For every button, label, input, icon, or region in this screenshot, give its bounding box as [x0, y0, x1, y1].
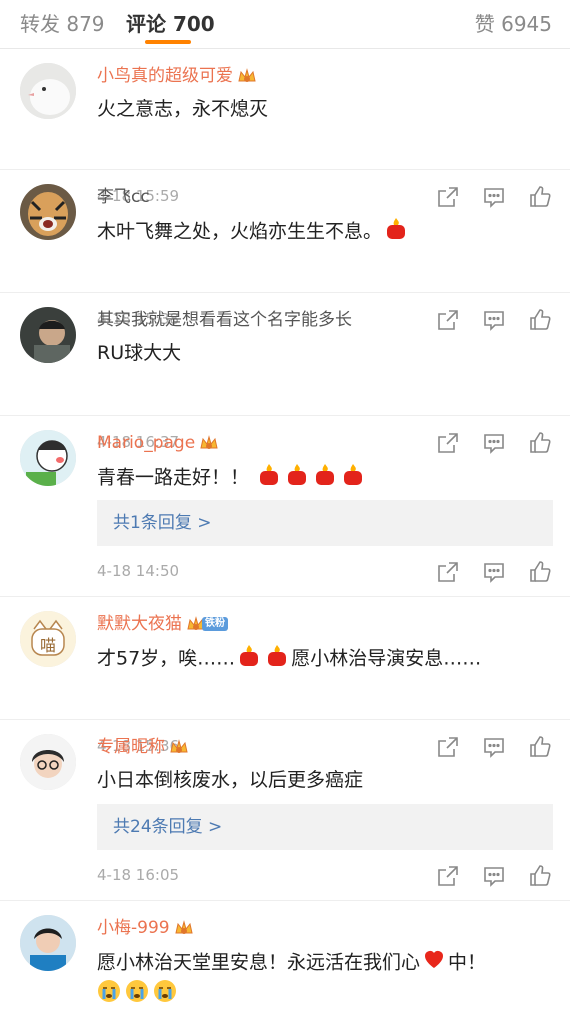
comment-text: 愿小林治天堂里安息！永远活在我们心 中！ [97, 947, 556, 979]
view-replies-button[interactable]: 共24条回复 > [97, 804, 553, 850]
comment-time: 4-18 14:50 [97, 562, 180, 580]
comment-icon[interactable] [482, 864, 506, 888]
username[interactable]: 专属昵称 [97, 736, 189, 758]
candle-emoji-icon [257, 462, 281, 494]
like-icon[interactable] [528, 864, 552, 888]
share-icon[interactable] [436, 864, 460, 888]
comment-text: RU球大大 [97, 342, 182, 364]
comment-actions [436, 560, 552, 584]
candle-emoji-icon [313, 462, 337, 494]
heart-emoji-icon [422, 947, 446, 979]
avatar[interactable] [20, 734, 76, 790]
view-replies-button[interactable]: 共1条回复 > [97, 500, 553, 546]
comment-text: 火之意志，永不熄灭 [97, 98, 269, 120]
like-icon[interactable] [528, 560, 552, 584]
comment-item: 李飞cc 木叶飞舞之处，火焰亦生生不息。 4-18 15:38 [0, 170, 570, 331]
crying-emoji-icon [153, 979, 177, 1007]
tab-repost[interactable]: 转发 879 [20, 8, 105, 37]
vip-crown-icon [237, 67, 257, 85]
avatar[interactable] [20, 430, 76, 486]
avatar[interactable] [20, 915, 76, 971]
username[interactable]: 小梅-999 [97, 917, 194, 939]
comment-text: 才57岁，唉…… 愿小林治导演安息…… [97, 643, 556, 675]
active-tab-indicator [145, 40, 191, 44]
avatar[interactable] [20, 307, 76, 363]
comment-item: 其实我就是想看看这个名字能多长 RU球大大 4-18 16:37 [0, 293, 570, 454]
avatar[interactable] [20, 63, 76, 119]
tab-likes[interactable]: 赞 6945 [475, 8, 552, 37]
tab-comments[interactable]: 评论 700 [126, 8, 215, 37]
crying-emoji-icon [97, 979, 121, 1007]
share-icon[interactable] [436, 560, 460, 584]
comment-item: Mario_page 青春一路走好！！ 共1条回复 > 4-18 14:50 [0, 416, 570, 597]
username[interactable]: 李飞cc [97, 186, 150, 208]
crying-emoji-icon [125, 979, 149, 1007]
comment-text: 青春一路走好！！ [97, 462, 556, 494]
username[interactable]: 其实我就是想看看这个名字能多长 [97, 309, 352, 331]
comment-item: 小鸟真的超级可爱 火之意志，永不熄灭 4-18 15:59 [0, 49, 570, 208]
svg-text:喵: 喵 [40, 636, 56, 655]
comment-tabs: 转发 879 评论 700 赞 6945 [0, 0, 570, 49]
avatar[interactable] [20, 184, 76, 240]
vip-crown-icon [169, 738, 189, 756]
avatar[interactable]: 喵 [20, 611, 76, 667]
comment-text: 小日本倒核废水，以后更多癌症 [97, 769, 364, 791]
username[interactable]: 小鸟真的超级可爱 [97, 65, 257, 87]
comment-actions [436, 864, 552, 888]
emoji-row [97, 979, 177, 1007]
comment-text: 木叶飞舞之处，火焰亦生生不息。 [97, 216, 556, 248]
comment-icon[interactable] [482, 560, 506, 584]
vip-crown-icon [199, 434, 219, 452]
comment-item: 喵 默默大夜猫 铁粉 才57岁，唉…… 愿小林治导演安息…… 4-18 15:36 [0, 597, 570, 758]
username[interactable]: 默默大夜猫 铁粉 [97, 613, 228, 635]
candle-emoji-icon [341, 462, 365, 494]
username[interactable]: Mario_page [97, 432, 219, 454]
comment-item: 小梅-999 愿小林治天堂里安息！永远活在我们心 中！ [0, 901, 570, 1011]
comment-item: 专属昵称 小日本倒核废水，以后更多癌症 共24条回复 > 4-18 16:05 [0, 720, 570, 901]
candle-emoji-icon [265, 643, 289, 675]
comment-time: 4-18 16:05 [97, 866, 180, 884]
candle-emoji-icon [285, 462, 309, 494]
candle-emoji-icon [384, 216, 408, 248]
vip-crown-icon [174, 919, 194, 937]
candle-emoji-icon [237, 643, 261, 675]
fan-badge: 铁粉 [202, 617, 228, 631]
